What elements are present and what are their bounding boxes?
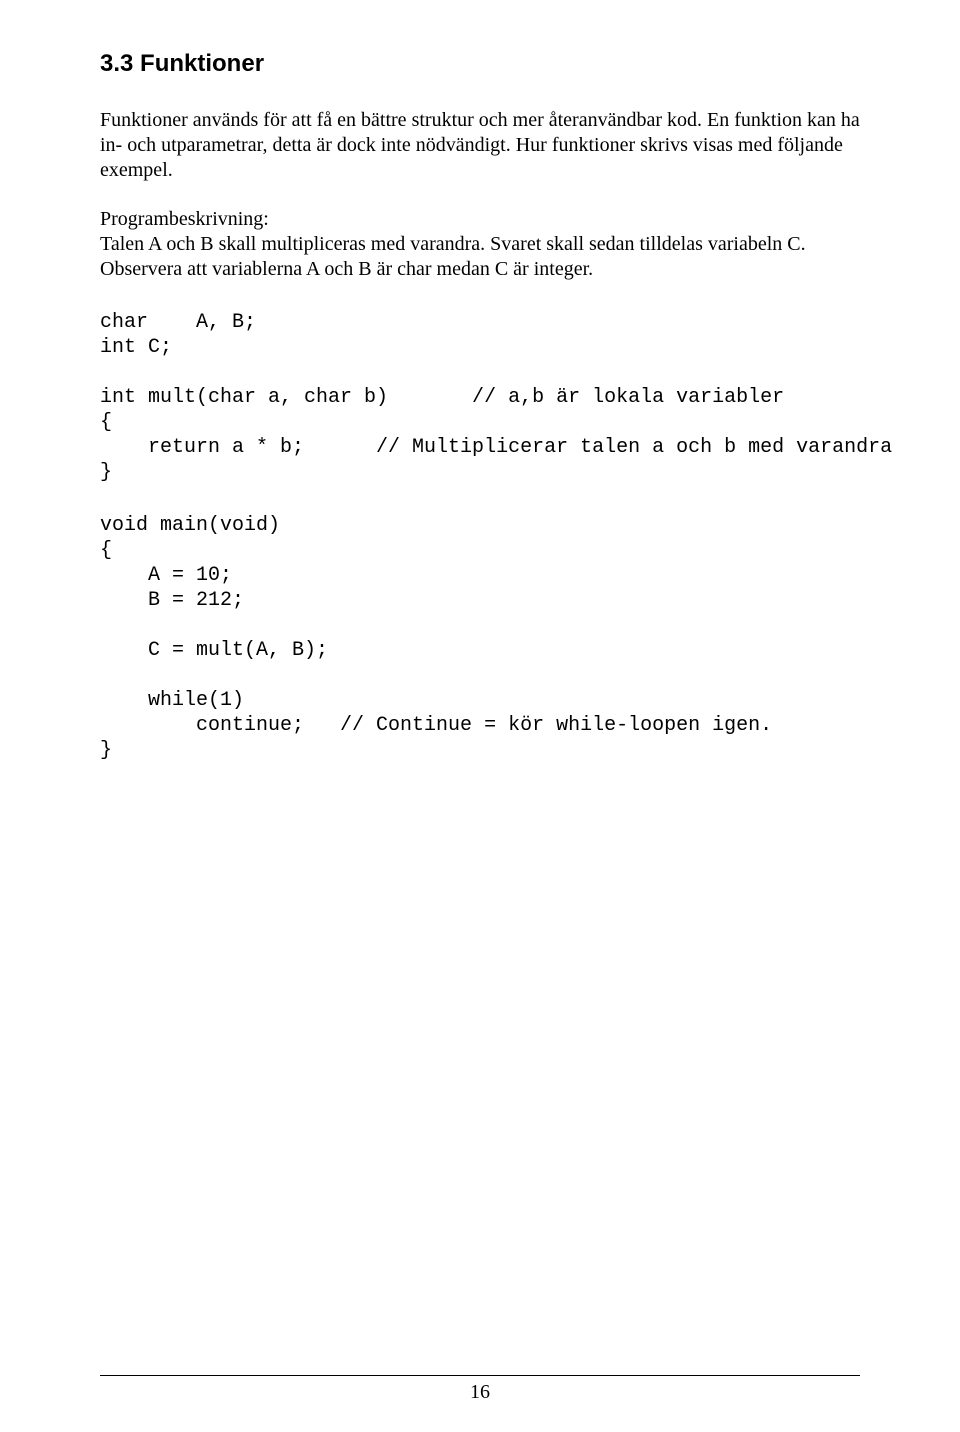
program-description-text: Talen A och B skall multipliceras med va… (100, 232, 860, 282)
program-description-label: Programbeskrivning: (100, 207, 860, 232)
code-block-main: void main(void) { A = 10; B = 212; C = m… (100, 513, 860, 763)
code-block-declarations: char A, B; int C; int mult(char a, char … (100, 310, 860, 485)
page-number: 16 (0, 1381, 960, 1404)
section-heading: 3.3 Funktioner (100, 50, 860, 78)
footer-rule (100, 1375, 860, 1376)
page: 3.3 Funktioner Funktioner används för at… (0, 0, 960, 1432)
paragraph-intro: Funktioner används för att få en bättre … (100, 108, 860, 183)
